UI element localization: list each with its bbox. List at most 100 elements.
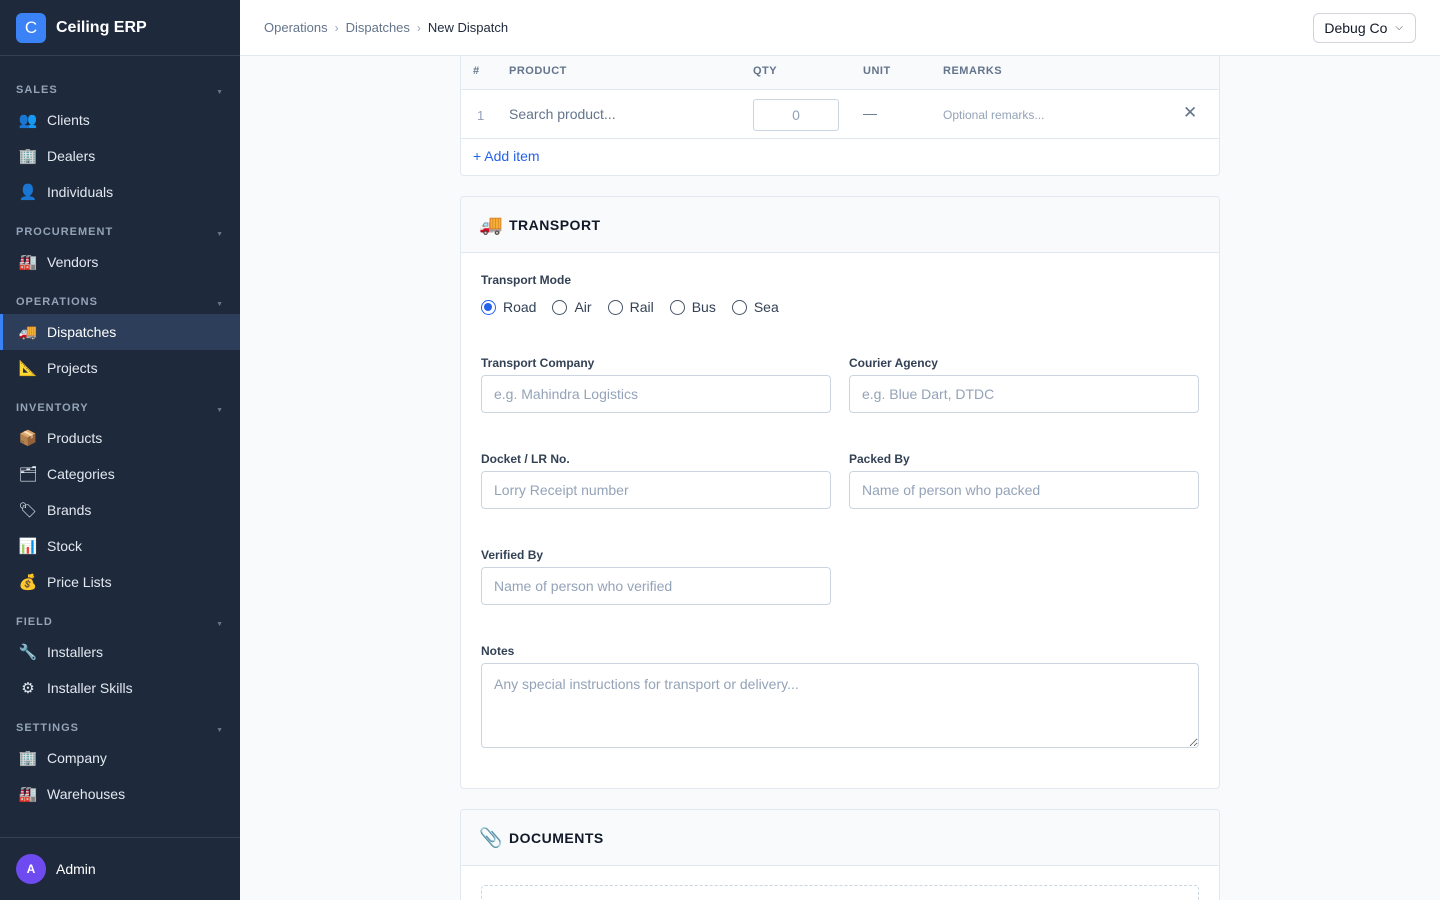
user-menu[interactable]: A Admin xyxy=(0,837,240,900)
radio-button[interactable] xyxy=(607,299,623,315)
user-name: Admin xyxy=(56,861,96,877)
brand[interactable]: C Ceiling ERP xyxy=(0,0,240,56)
sidebar-item-company[interactable]: 🏢 Company xyxy=(0,740,240,776)
transport-section: 🚚 TRANSPORT Transport Mode Road Air Rail Bu… xyxy=(460,196,1220,789)
main-content: # PRODUCT QTY UNIT REMARKS 1 Search prod… xyxy=(240,56,1440,900)
docket-label: Docket / LR No. xyxy=(481,452,570,466)
sidebar-item-price-lists[interactable]: 💰 Price Lists xyxy=(0,564,240,600)
quantity-input[interactable]: 0 xyxy=(753,99,839,131)
sidebar-item-label: Stock xyxy=(47,538,83,554)
sidebar-item-label: Products xyxy=(47,430,103,446)
wrench-icon: 🔧 xyxy=(18,643,38,661)
packed-by-input[interactable] xyxy=(849,471,1199,509)
sidebar-section-field[interactable]: FIELD ▼ xyxy=(0,600,240,634)
courier-agency-input[interactable] xyxy=(849,375,1199,413)
sidebar-item-label: Individuals xyxy=(47,184,114,200)
chevron-down-icon: ▼ xyxy=(216,727,224,734)
breadcrumb-operations[interactable]: Operations xyxy=(264,20,328,35)
column-product: PRODUCT xyxy=(509,65,567,77)
sidebar-section-settings[interactable]: SETTINGS ▼ xyxy=(0,706,240,740)
documents-section: 📎 DOCUMENTS xyxy=(460,809,1220,900)
sidebar-item-label: Categories xyxy=(47,466,115,482)
sidebar-item-installers[interactable]: 🔧 Installers xyxy=(0,634,240,670)
breadcrumb-separator: › xyxy=(334,20,339,35)
sidebar-section-procurement[interactable]: PROCUREMENT ▼ xyxy=(0,210,240,244)
chevron-down-icon: ▼ xyxy=(216,301,224,308)
column-qty: QTY xyxy=(753,65,778,77)
sidebar-item-individuals[interactable]: 👤 Individuals xyxy=(0,174,240,210)
sidebar-nav: SALES ▼ 👥 Clients 🏢 Dealers 👤 Individuals PROCUR… xyxy=(0,56,240,812)
factory-icon: 🏭 xyxy=(18,253,38,271)
sidebar-item-label: Projects xyxy=(47,360,98,376)
radio-button[interactable] xyxy=(669,299,685,315)
radio-button[interactable] xyxy=(552,299,568,315)
sidebar-item-vendors[interactable]: 🏭 Vendors xyxy=(0,244,240,280)
sidebar-item-installer-skills[interactable]: ⚙ Installer Skills xyxy=(0,670,240,706)
sidebar-item-stock[interactable]: 📊 Stock xyxy=(0,528,240,564)
folder-icon: 🗂 xyxy=(18,465,38,483)
company-select[interactable]: Debug Co ⌵ xyxy=(1313,12,1416,43)
breadcrumb: Operations › Dispatches › New Dispatch xyxy=(264,20,508,35)
sidebar-item-warehouses[interactable]: 🏭 Warehouses xyxy=(0,776,240,812)
sidebar-section-title: PROCUREMENT xyxy=(16,226,114,238)
transport-mode-rail[interactable]: Rail xyxy=(607,299,654,315)
docket-input[interactable] xyxy=(481,471,831,509)
unit-value: — xyxy=(863,105,877,121)
transport-company-input[interactable] xyxy=(481,375,831,413)
transport-header: 🚚 TRANSPORT xyxy=(461,197,1219,253)
transport-mode-label: Transport Mode xyxy=(481,273,572,287)
sidebar-item-categories[interactable]: 🗂 Categories xyxy=(0,456,240,492)
sidebar-item-clients[interactable]: 👥 Clients xyxy=(0,102,240,138)
product-search-input[interactable]: Search product... xyxy=(509,106,616,122)
breadcrumb-dispatches[interactable]: Dispatches xyxy=(346,20,410,35)
courier-agency-label: Courier Agency xyxy=(849,356,938,370)
transport-mode-road[interactable]: Road xyxy=(481,299,536,315)
transport-mode-bus[interactable]: Bus xyxy=(669,299,716,315)
truck-icon: 🚚 xyxy=(479,214,503,236)
sidebar-item-products[interactable]: 📦 Products xyxy=(0,420,240,456)
sidebar-item-label: Installers xyxy=(47,644,104,660)
sidebar-item-dealers[interactable]: 🏢 Dealers xyxy=(0,138,240,174)
sidebar-item-label: Dispatches xyxy=(47,324,117,340)
verified-by-label: Verified By xyxy=(481,548,544,562)
breadcrumb-current: New Dispatch xyxy=(427,20,509,35)
close-icon[interactable]: ✕ xyxy=(1183,103,1197,123)
app-name: Ceiling ERP xyxy=(56,18,147,36)
sidebar-item-projects[interactable]: 📐 Projects xyxy=(0,350,240,386)
money-bag-icon: 💰 xyxy=(18,573,38,591)
sidebar-section-operations[interactable]: OPERATIONS ▼ xyxy=(0,280,240,314)
sidebar-section-title: INVENTORY xyxy=(16,402,89,414)
transport-mode-air[interactable]: Air xyxy=(552,299,592,315)
table-row: 1 Search product... 0 — Optional remarks… xyxy=(461,90,1219,139)
factory-icon: 🏭 xyxy=(18,785,38,803)
bar-chart-icon: 📊 xyxy=(18,537,38,555)
sidebar-section-title: SETTINGS xyxy=(16,722,80,734)
transport-company-label: Transport Company xyxy=(481,356,595,370)
document-dropzone[interactable] xyxy=(481,885,1199,900)
remarks-input[interactable]: Optional remarks... xyxy=(943,108,1044,122)
chevron-down-icon: ▼ xyxy=(216,89,224,96)
packed-by-label: Packed By xyxy=(849,452,910,466)
radio-button[interactable] xyxy=(731,299,747,315)
add-item-button[interactable]: + Add item xyxy=(473,148,540,164)
radio-button[interactable] xyxy=(481,299,496,315)
radio-label: Bus xyxy=(691,299,716,315)
verified-by-input[interactable] xyxy=(481,567,831,605)
sidebar-section-sales[interactable]: SALES ▼ xyxy=(0,68,240,102)
sidebar-item-dispatches[interactable]: 🚚 Dispatches xyxy=(0,314,240,350)
office-building-icon: 🏢 xyxy=(18,749,38,767)
transport-mode-radio-group: Road Air Rail Bus Sea xyxy=(481,299,795,315)
sidebar-item-label: Installer Skills xyxy=(47,680,133,696)
company-select-value: Debug Co xyxy=(1324,19,1388,36)
notes-textarea[interactable] xyxy=(481,663,1199,748)
sidebar: C Ceiling ERP SALES ▼ 👥 Clients 🏢 Dealers 👤 Ind… xyxy=(0,0,240,900)
notes-label: Notes xyxy=(481,644,515,658)
transport-mode-sea[interactable]: Sea xyxy=(731,299,779,315)
documents-header: 📎 DOCUMENTS xyxy=(461,810,1219,866)
column-remarks: REMARKS xyxy=(943,65,1003,77)
sidebar-item-brands[interactable]: 🏷 Brands xyxy=(0,492,240,528)
triangle-ruler-icon: 📐 xyxy=(18,359,38,377)
sidebar-item-label: Dealers xyxy=(47,148,96,164)
column-unit: UNIT xyxy=(863,65,891,77)
sidebar-section-inventory[interactable]: INVENTORY ▼ xyxy=(0,386,240,420)
